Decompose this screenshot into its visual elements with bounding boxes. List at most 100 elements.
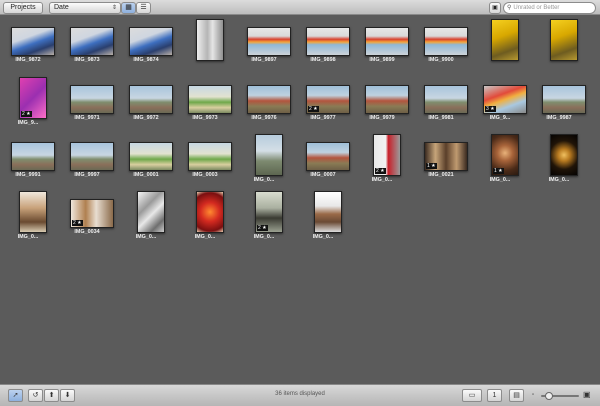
photo-image[interactable] <box>424 85 468 114</box>
photo-image[interactable] <box>196 19 224 61</box>
photo-image[interactable] <box>11 142 55 171</box>
photo-image[interactable] <box>196 191 224 233</box>
rating-badge: 2 ★ <box>257 225 268 231</box>
photo-image[interactable] <box>129 85 173 114</box>
photo-caption: IMG_9872 <box>15 57 41 63</box>
photo-image[interactable]: 2 ★ <box>306 85 350 114</box>
photo-image[interactable] <box>550 134 578 176</box>
photo-caption: IMG_0001 <box>133 172 159 178</box>
rating-badge: 1 ★ <box>493 168 504 174</box>
search-icon: ⚲ <box>507 5 512 11</box>
photo-caption: IMG_9973 <box>192 115 218 121</box>
rating-badge: 2 ★ <box>72 220 83 226</box>
photo-image[interactable] <box>306 27 350 56</box>
photo-caption: IMG_9... <box>489 115 511 121</box>
photo-caption: IMG_0... <box>489 177 511 183</box>
photo-image[interactable] <box>542 85 586 114</box>
photo-image[interactable] <box>70 142 114 171</box>
photo-image[interactable] <box>19 191 47 233</box>
viewer-mode-button[interactable]: ▭ <box>462 389 482 402</box>
slider-knob[interactable] <box>545 392 553 400</box>
photo-image[interactable] <box>306 142 350 171</box>
photo-image[interactable] <box>255 134 283 176</box>
sort-by-select[interactable]: Date ⇕ <box>49 2 121 14</box>
photo-image[interactable] <box>550 19 578 61</box>
filter-icon: ▣ <box>492 5 498 11</box>
single-view-icon: 1 <box>492 392 497 399</box>
photo-caption: IMG_0... <box>548 177 570 183</box>
photo-image[interactable] <box>11 27 55 56</box>
search-placeholder: Unrated or Better <box>513 5 560 11</box>
photo-caption: IMG_0021 <box>428 172 454 178</box>
photo-caption: IMG_9997 <box>74 172 100 178</box>
rating-badge: 3 ★ <box>485 106 496 112</box>
photo-caption: IMG_9899 <box>369 57 395 63</box>
photo-caption: IMG_9979 <box>369 115 395 121</box>
split-viewer-button[interactable]: ▤ <box>509 389 524 402</box>
photo-image[interactable]: 2 ★ <box>373 134 401 176</box>
photo-image[interactable]: 1 ★ <box>424 142 468 171</box>
photo-caption: IMG_9977 <box>310 115 336 121</box>
photo-caption: IMG_0... <box>253 234 275 240</box>
photo-image[interactable] <box>188 85 232 114</box>
filter-hud-button[interactable]: ▣ <box>489 2 501 14</box>
photo-image[interactable] <box>70 85 114 114</box>
photo-image[interactable]: 1 ★ <box>491 134 519 176</box>
projects-button[interactable]: Projects <box>3 2 43 14</box>
photo-caption: IMG_9897 <box>251 57 277 63</box>
small-thumbnail-icon: ▫ <box>532 392 535 398</box>
photo-image[interactable]: 2 ★ <box>19 77 47 119</box>
list-icon: ☰ <box>140 4 147 11</box>
photo-image[interactable] <box>129 142 173 171</box>
photo-image[interactable] <box>314 191 342 233</box>
photo-image[interactable] <box>365 27 409 56</box>
rating-badge: 2 ★ <box>375 168 386 174</box>
photo-image[interactable] <box>424 27 468 56</box>
list-view-button[interactable]: ☰ <box>136 2 151 14</box>
photo-caption: IMG_0... <box>312 234 334 240</box>
thumbnail-size-slider[interactable] <box>541 392 579 400</box>
photo-caption: IMG_9987 <box>546 115 572 121</box>
photo-caption: IMG_9898 <box>310 57 336 63</box>
photo-caption: IMG_0... <box>371 177 393 183</box>
photo-caption: IMG_9976 <box>251 115 277 121</box>
photo-caption: IMG_0... <box>194 234 216 240</box>
bottom-toolbar: ➚ ↺ ⬆ ⬇ 36 items displayed ▭ 1 ▤ ▫ ▣ <box>0 384 600 406</box>
photo-image[interactable] <box>129 27 173 56</box>
photo-browser-grid: IMG_9872 IMG_9873 IMG_9874 IMG_9897 IMG_9898… <box>0 15 600 384</box>
photo-caption: IMG_9981 <box>428 115 454 121</box>
photo-image[interactable] <box>247 27 291 56</box>
photo-caption: IMG_0007 <box>310 172 336 178</box>
photo-image[interactable]: 3 ★ <box>483 85 527 114</box>
sort-by-value: Date <box>54 4 69 11</box>
photo-caption: IMG_0034 <box>74 229 100 235</box>
photo-image[interactable]: 2 ★ <box>70 199 114 228</box>
photo-image[interactable]: 2 ★ <box>255 191 283 233</box>
photo-image[interactable] <box>247 85 291 114</box>
rating-badge: 2 ★ <box>308 106 319 112</box>
viewer-icon: ▭ <box>468 392 476 399</box>
photo-image[interactable] <box>137 191 165 233</box>
photo-image[interactable] <box>70 27 114 56</box>
photo-caption: IMG_0003 <box>192 172 218 178</box>
split-view-icon: ▤ <box>513 392 520 399</box>
browser-toolbar: Projects Date ⇕ ▦ ☰ ▣ ⚲ Unrated or Better <box>0 0 600 15</box>
photo-caption: IMG_9900 <box>428 57 454 63</box>
photo-image[interactable] <box>491 19 519 61</box>
updown-chevron-icon: ⇕ <box>111 5 117 11</box>
photo-caption: IMG_9971 <box>74 115 100 121</box>
photo-caption: IMG_9972 <box>133 115 159 121</box>
photo-caption: IMG_9874 <box>133 57 159 63</box>
photo-caption: IMG_9873 <box>74 57 100 63</box>
single-viewer-button[interactable]: 1 <box>487 389 502 402</box>
rating-badge: 1 ★ <box>426 163 437 169</box>
grid-view-button[interactable]: ▦ <box>121 2 136 14</box>
photo-caption: IMG_0... <box>253 177 275 183</box>
grid-icon: ▦ <box>125 4 132 11</box>
photo-caption: IMG_0... <box>135 234 157 240</box>
photo-image[interactable] <box>188 142 232 171</box>
photo-caption: IMG_0... <box>17 234 39 240</box>
photo-caption: IMG_9... <box>17 120 39 126</box>
search-field[interactable]: ⚲ Unrated or Better <box>503 2 596 14</box>
photo-image[interactable] <box>365 85 409 114</box>
